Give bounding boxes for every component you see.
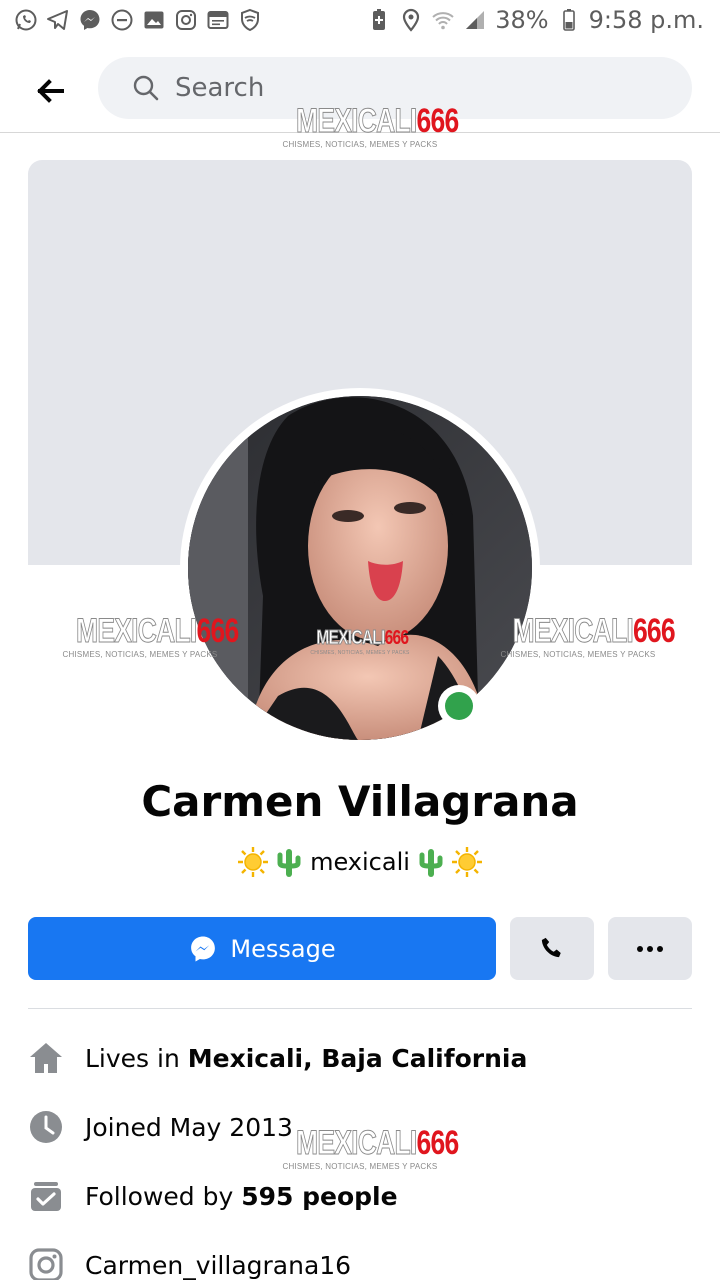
followers-check-icon — [31, 1182, 61, 1211]
instagram-icon — [176, 10, 196, 30]
message-button-label: Message — [230, 934, 336, 963]
info-row-instagram[interactable]: Carmen_villagrana16 — [28, 1245, 692, 1280]
more-dots-icon — [637, 945, 663, 952]
profile-avatar[interactable] — [188, 396, 532, 740]
watermark-logo: MEXICALI666 CHISMES, NOTICIAS, MEMES Y P… — [310, 627, 410, 657]
avatar-photo — [188, 396, 532, 740]
whatsapp-icon — [15, 9, 37, 31]
sun-icon — [237, 847, 268, 877]
call-button[interactable] — [510, 917, 594, 980]
clock: 9:58 p.m. — [588, 6, 704, 34]
telegram-icon — [47, 10, 68, 30]
gallery-icon — [144, 11, 164, 29]
profile-bio: mexicali — [0, 846, 720, 878]
cactus-icon — [419, 849, 443, 877]
status-bar: 38% 9:58 p.m. — [0, 0, 720, 44]
calendar-icon — [207, 11, 229, 29]
watermark-logo: MEXICALI666 CHISMES, NOTICIAS, MEMES Y P… — [282, 102, 460, 150]
message-button[interactable]: Message — [28, 917, 496, 980]
battery-percent: 38% — [495, 6, 549, 34]
more-options-button[interactable] — [608, 917, 692, 980]
notification-icons — [14, 8, 262, 32]
profile-name: Carmen Villagrana — [141, 777, 579, 826]
lives-in-value[interactable]: Mexicali, Baja California — [188, 1044, 528, 1073]
do-not-disturb-icon — [111, 9, 133, 31]
info-row-lives-in: Lives in Mexicali, Baja California — [28, 1038, 692, 1078]
bio-text: mexicali — [310, 848, 410, 876]
clock-icon — [30, 1111, 62, 1143]
system-indicators: 38% 9:58 p.m. — [367, 6, 704, 34]
info-row-followers: Followed by 595 people — [28, 1176, 692, 1216]
cactus-icon — [277, 849, 301, 877]
watermark-logo: MEXICALI666 CHISMES, NOTICIAS, MEMES Y P… — [62, 612, 240, 660]
sun-icon — [452, 847, 483, 877]
location-icon — [403, 8, 420, 32]
lives-in-label: Lives in — [85, 1043, 188, 1073]
battery-saver-icon — [373, 9, 386, 30]
followed-by-label: Followed by — [85, 1181, 242, 1211]
wifi-icon — [432, 12, 454, 30]
home-icon — [30, 1043, 62, 1073]
battery-icon — [562, 9, 575, 31]
search-input[interactable]: Search — [175, 73, 264, 103]
search-icon — [133, 75, 159, 101]
watermark-logo: MEXICALI666 CHISMES, NOTICIAS, MEMES Y P… — [282, 1124, 460, 1172]
back-arrow-icon[interactable] — [30, 71, 70, 111]
vpn-shield-icon — [241, 8, 259, 32]
phone-icon — [541, 937, 561, 957]
signal-icon — [466, 11, 485, 29]
messenger-icon — [191, 936, 216, 961]
joined-text: Joined May 2013 — [85, 1112, 293, 1142]
online-status-indicator — [438, 685, 480, 727]
divider — [28, 1008, 692, 1009]
instagram-handle[interactable]: Carmen_villagrana16 — [85, 1251, 351, 1280]
followers-count[interactable]: 595 people — [241, 1182, 397, 1211]
watermark-logo: MEXICALI666 CHISMES, NOTICIAS, MEMES Y P… — [500, 612, 676, 660]
instagram-icon — [29, 1248, 63, 1280]
messenger-icon — [80, 10, 100, 30]
